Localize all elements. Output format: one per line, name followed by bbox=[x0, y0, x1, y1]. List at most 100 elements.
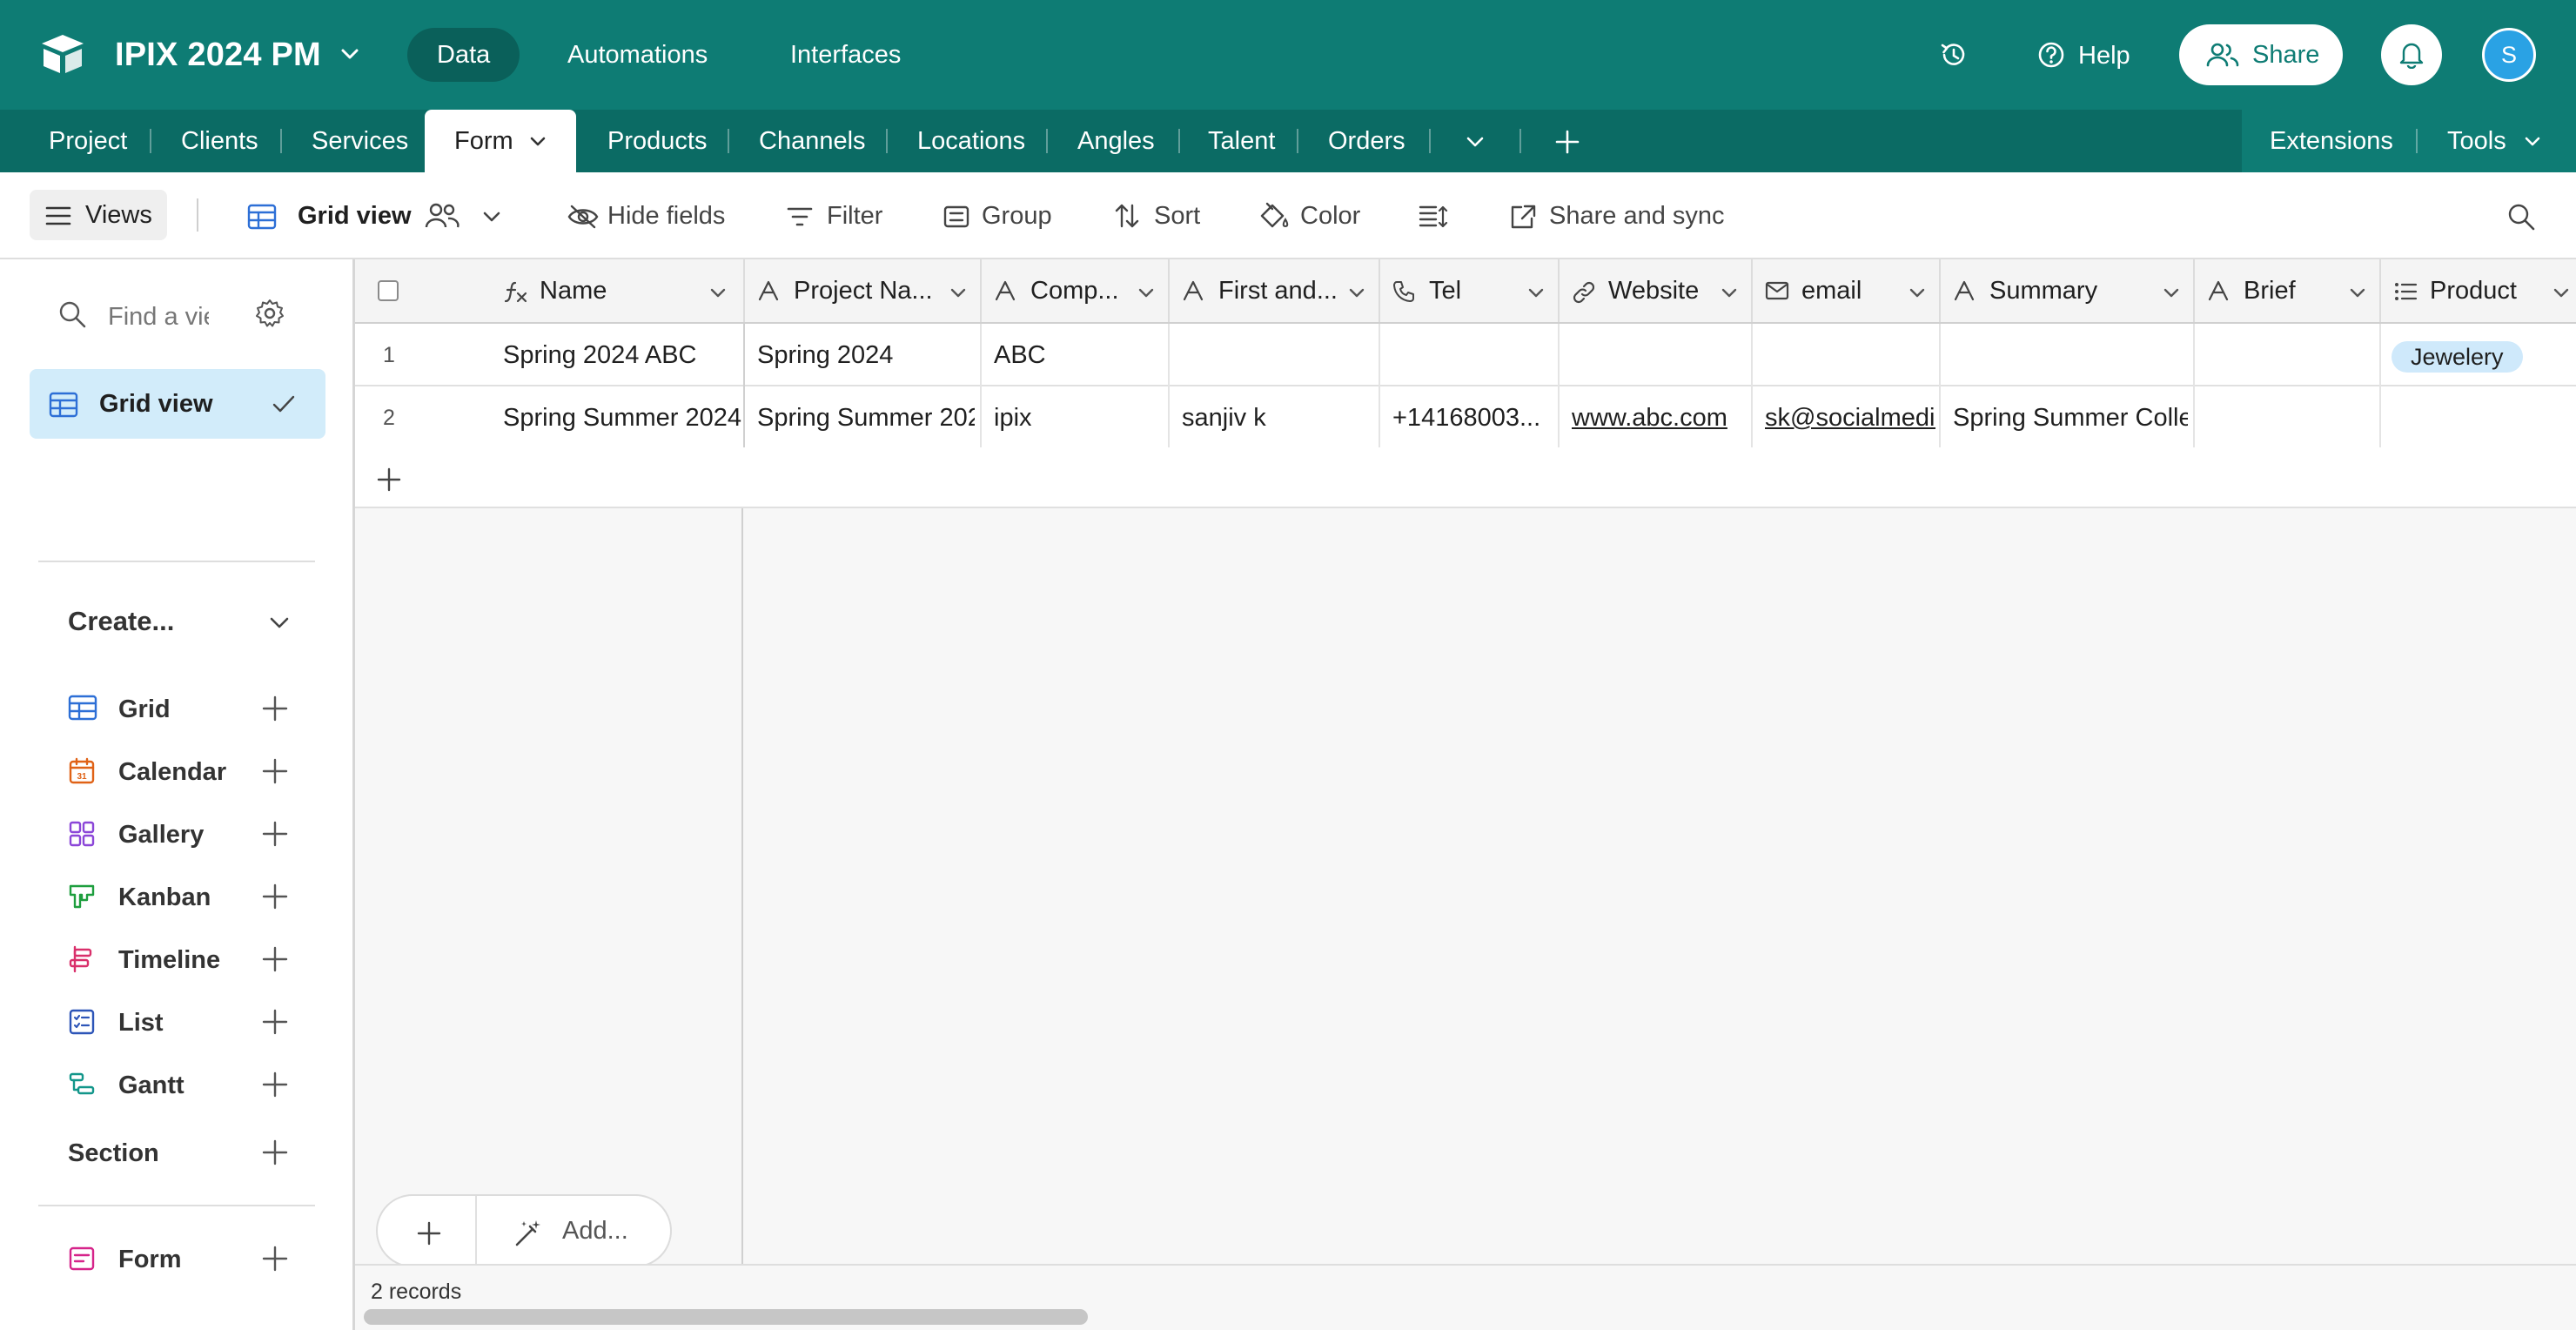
hide-fields-button[interactable]: Hide fields bbox=[607, 198, 725, 233]
plus-icon[interactable] bbox=[261, 945, 289, 973]
share-button[interactable]: Share bbox=[2179, 24, 2343, 85]
cell-first-and-last[interactable]: sanjiv k bbox=[1170, 386, 1380, 449]
column-header-tel[interactable]: Tel bbox=[1380, 259, 1560, 322]
column-header-summary[interactable]: Summary bbox=[1941, 259, 2195, 322]
help-icon[interactable] bbox=[2036, 40, 2066, 70]
plus-icon[interactable] bbox=[261, 1245, 289, 1273]
user-avatar[interactable]: S bbox=[2482, 28, 2536, 82]
cell-email[interactable] bbox=[1753, 324, 1941, 386]
cell-email[interactable]: sk@socialmedia bbox=[1753, 386, 1941, 449]
tab-talent[interactable]: Talent bbox=[1208, 110, 1275, 172]
chevron-down-icon[interactable] bbox=[1526, 283, 1546, 302]
search-icon[interactable] bbox=[2506, 202, 2536, 232]
cell-link[interactable]: www.abc.com bbox=[1572, 386, 1746, 449]
create-grid-view[interactable]: Grid bbox=[68, 688, 303, 731]
cell-tel[interactable]: +14168003... bbox=[1380, 386, 1560, 449]
chevron-down-icon[interactable] bbox=[2348, 283, 2367, 302]
cell-first-and-last[interactable] bbox=[1170, 324, 1380, 386]
nav-automations[interactable]: Automations bbox=[538, 28, 737, 82]
chevron-down-icon[interactable] bbox=[266, 609, 292, 635]
plus-icon[interactable] bbox=[261, 1071, 289, 1098]
row-height-icon[interactable] bbox=[1419, 204, 1448, 230]
gear-icon[interactable] bbox=[254, 298, 285, 329]
cell-link[interactable]: sk@socialmedia bbox=[1765, 386, 1935, 449]
create-gantt-view[interactable]: Gantt bbox=[68, 1064, 303, 1107]
color-button[interactable]: Color bbox=[1300, 198, 1360, 233]
plus-icon[interactable] bbox=[376, 467, 402, 493]
select-all-checkbox[interactable] bbox=[378, 280, 399, 301]
base-logo-icon[interactable] bbox=[38, 31, 87, 77]
create-section[interactable]: Section bbox=[68, 1132, 303, 1175]
cell-project-name[interactable]: Spring 2024 bbox=[745, 324, 982, 386]
sidebar-view-grid-view[interactable]: Grid view bbox=[30, 369, 325, 439]
plus-icon[interactable] bbox=[261, 695, 289, 722]
chevron-down-icon[interactable] bbox=[1137, 283, 1156, 302]
tab-angles[interactable]: Angles bbox=[1077, 110, 1155, 172]
chevron-down-icon[interactable] bbox=[708, 283, 728, 302]
tab-locations[interactable]: Locations bbox=[917, 110, 1025, 172]
collaborative-users-icon[interactable] bbox=[425, 202, 460, 230]
magic-wand-icon[interactable] bbox=[513, 1219, 543, 1248]
column-header-brief[interactable]: Brief bbox=[2195, 259, 2381, 322]
more-tables-chevron-icon[interactable] bbox=[1464, 131, 1486, 153]
current-view-name[interactable]: Grid view bbox=[298, 198, 412, 233]
chevron-down-icon[interactable] bbox=[1720, 283, 1739, 302]
cell-summary[interactable] bbox=[1941, 324, 2195, 386]
add-table-plus-icon[interactable] bbox=[1554, 129, 1580, 155]
cell-company[interactable]: ipix bbox=[982, 386, 1170, 449]
cell-name[interactable]: Spring 2024 ABC bbox=[491, 324, 745, 386]
chevron-down-icon[interactable] bbox=[949, 283, 968, 302]
cell-summary[interactable]: Spring Summer Collection bbox=[1941, 386, 2195, 449]
help-label[interactable]: Help bbox=[2078, 38, 2130, 73]
chevron-down-icon[interactable] bbox=[527, 131, 548, 151]
tab-clients[interactable]: Clients bbox=[181, 110, 258, 172]
plus-icon[interactable] bbox=[261, 820, 289, 848]
history-icon[interactable] bbox=[1939, 40, 1969, 70]
group-button[interactable]: Group bbox=[982, 198, 1052, 233]
plus-icon[interactable] bbox=[261, 1008, 289, 1036]
plus-icon[interactable] bbox=[261, 1139, 289, 1166]
tab-form[interactable]: Form bbox=[425, 110, 576, 172]
table-row[interactable]: 2 Spring Summer 2024 Spring Summer 2024 … bbox=[355, 386, 2576, 449]
cell-website[interactable] bbox=[1560, 324, 1753, 386]
tab-channels[interactable]: Channels bbox=[759, 110, 866, 172]
plus-icon[interactable] bbox=[261, 883, 289, 910]
column-header-website[interactable]: Website bbox=[1560, 259, 1753, 322]
share-and-sync-button[interactable]: Share and sync bbox=[1549, 198, 1725, 233]
column-header-email[interactable]: email bbox=[1753, 259, 1941, 322]
base-title[interactable]: IPIX 2024 PM bbox=[115, 31, 321, 78]
plus-icon[interactable] bbox=[261, 757, 289, 785]
create-list-view[interactable]: List bbox=[68, 1001, 303, 1045]
cell-company[interactable]: ABC bbox=[982, 324, 1170, 386]
extensions-button[interactable]: Extensions bbox=[2270, 110, 2393, 172]
add-record-row[interactable] bbox=[355, 447, 2576, 508]
tools-button[interactable]: Tools bbox=[2447, 110, 2506, 172]
plus-icon[interactable] bbox=[416, 1220, 442, 1246]
create-kanban-view[interactable]: Kanban bbox=[68, 876, 303, 919]
cell-brief[interactable] bbox=[2195, 324, 2381, 386]
column-header-first-and-last[interactable]: First and... bbox=[1170, 259, 1380, 322]
cell-tel[interactable] bbox=[1380, 324, 1560, 386]
create-form-view[interactable]: Form bbox=[68, 1238, 303, 1281]
nav-interfaces[interactable]: Interfaces bbox=[761, 28, 930, 82]
cell-product[interactable]: Jewelery bbox=[2381, 324, 2576, 386]
sort-button[interactable]: Sort bbox=[1154, 198, 1200, 233]
cell-website[interactable]: www.abc.com bbox=[1560, 386, 1753, 449]
cell-name[interactable]: Spring Summer 2024 bbox=[491, 386, 745, 449]
column-header-project-name[interactable]: Project Na... bbox=[745, 259, 982, 322]
filter-button[interactable]: Filter bbox=[827, 198, 882, 233]
create-calendar-view[interactable]: 31 Calendar bbox=[68, 750, 303, 794]
nav-data[interactable]: Data bbox=[407, 28, 520, 82]
tab-orders[interactable]: Orders bbox=[1328, 110, 1405, 172]
cell-project-name[interactable]: Spring Summer 2024 bbox=[745, 386, 982, 449]
add-label[interactable]: Add... bbox=[562, 1213, 628, 1248]
tab-products[interactable]: Products bbox=[607, 110, 707, 172]
notifications-button[interactable] bbox=[2381, 24, 2442, 85]
chevron-down-icon[interactable] bbox=[338, 42, 362, 66]
chevron-down-icon[interactable] bbox=[1908, 283, 1927, 302]
chevron-down-icon[interactable] bbox=[2162, 283, 2181, 302]
column-header-company[interactable]: Comp... bbox=[982, 259, 1170, 322]
tab-services[interactable]: Services bbox=[312, 110, 408, 172]
cell-product[interactable] bbox=[2381, 386, 2576, 449]
column-header-product[interactable]: Product bbox=[2381, 259, 2576, 322]
